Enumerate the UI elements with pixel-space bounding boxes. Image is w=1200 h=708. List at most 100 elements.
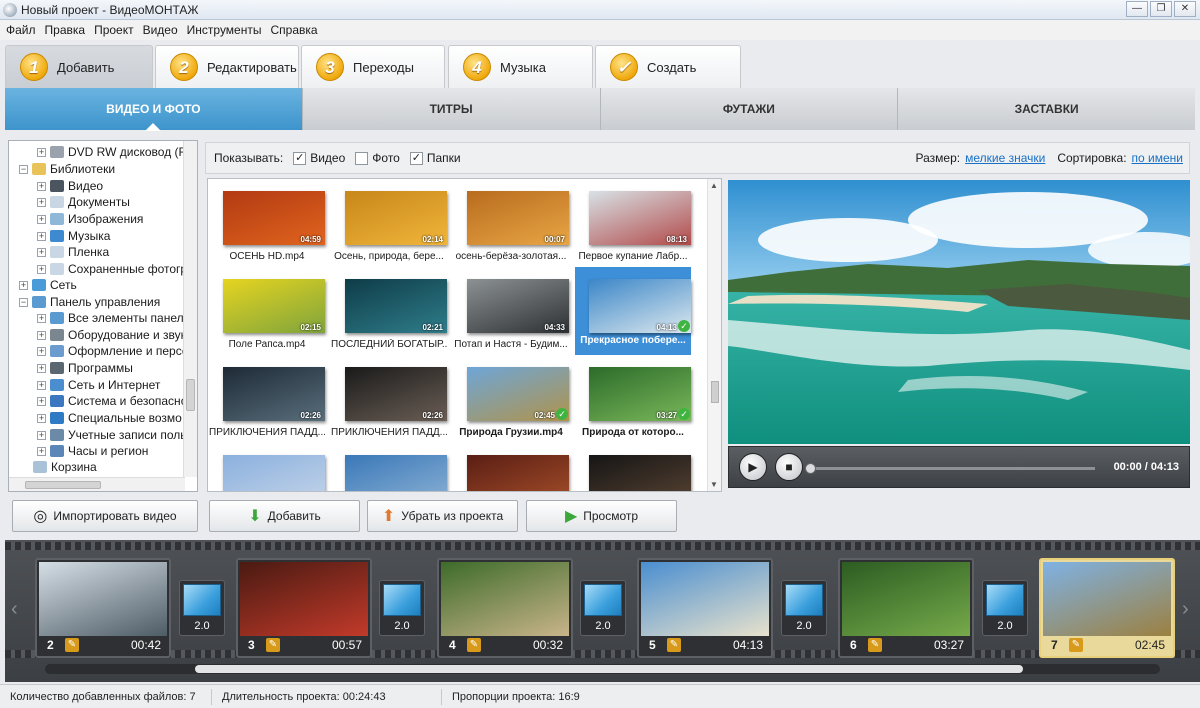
play-button[interactable]: ▶ xyxy=(739,453,767,481)
file-thumbnail[interactable]: 04:13 ✓ Прекрасное побере... xyxy=(575,267,691,355)
step-edit[interactable]: 2 Редактировать xyxy=(155,45,299,88)
expand-icon[interactable]: + xyxy=(37,313,46,323)
tab-titles[interactable]: ТИТРЫ xyxy=(303,88,601,130)
file-thumbnail[interactable]: 03:27 ✓ Природа от которо... xyxy=(575,355,691,438)
menu-file[interactable]: Файл xyxy=(6,23,36,37)
scroll-down-icon[interactable]: ▼ xyxy=(710,480,718,489)
tree-item-all-panels[interactable]: + Все элементы панелі xyxy=(37,310,186,326)
file-thumbnail[interactable]: 02:21 ПОСЛЕДНИЙ БОГАТЫР... xyxy=(331,267,447,350)
scrollbar-thumb[interactable] xyxy=(186,379,195,411)
pencil-icon[interactable]: ✎ xyxy=(667,638,681,652)
tree-item-dvd[interactable]: + DVD RW дисковод (F xyxy=(37,144,186,160)
file-thumbnail[interactable]: 04:33 Потап и Настя - Будим... xyxy=(453,267,569,350)
file-thumbnail[interactable] xyxy=(453,443,569,491)
tab-intros[interactable]: ЗАСТАВКИ xyxy=(898,88,1195,130)
pencil-icon[interactable]: ✎ xyxy=(868,638,882,652)
file-thumbnail[interactable] xyxy=(209,443,325,491)
pencil-icon[interactable]: ✎ xyxy=(65,638,79,652)
tree-vertical-scrollbar[interactable] xyxy=(183,141,197,477)
grid-scrollbar[interactable]: ▲ ▼ xyxy=(707,179,721,491)
collapse-icon[interactable]: − xyxy=(19,164,28,174)
pencil-icon[interactable]: ✎ xyxy=(1069,638,1083,652)
photo-checkbox[interactable] xyxy=(355,151,369,165)
file-thumbnail[interactable]: 04:59 ОСЕНЬ HD.mp4 xyxy=(209,179,325,262)
menu-video[interactable]: Видео xyxy=(143,23,178,37)
scroll-up-icon[interactable]: ▲ xyxy=(710,181,718,190)
expand-icon[interactable]: + xyxy=(37,214,46,224)
tree-item-internet[interactable]: + Сеть и Интернет xyxy=(37,377,160,393)
tree-item-accounts[interactable]: + Учетные записи поль xyxy=(37,427,186,443)
folders-checkbox[interactable]: ✓ xyxy=(409,151,423,165)
minimize-button[interactable]: — xyxy=(1126,1,1148,17)
tree-item-video[interactable]: + Видео xyxy=(37,178,103,194)
menu-edit[interactable]: Правка xyxy=(45,23,86,37)
remove-from-project-button[interactable]: ⬆ Убрать из проекта xyxy=(367,500,518,532)
collapse-icon[interactable]: − xyxy=(19,297,28,307)
timeline-clip[interactable]: 3 ✎ 00:57 xyxy=(236,558,372,658)
tree-item-libraries[interactable]: − Библиотеки xyxy=(19,161,115,177)
expand-icon[interactable]: + xyxy=(37,346,46,356)
menu-tools[interactable]: Инструменты xyxy=(187,23,262,37)
expand-icon[interactable]: + xyxy=(37,396,46,406)
file-thumbnail[interactable]: 02:14 Осень, природа, бере... xyxy=(331,179,447,262)
expand-icon[interactable]: + xyxy=(37,181,46,191)
expand-icon[interactable]: + xyxy=(37,446,46,456)
timeline-clip[interactable]: 5 ✎ 04:13 xyxy=(637,558,773,658)
tree-item-recycle-bin[interactable]: Корзина xyxy=(33,459,97,475)
tree-item-network[interactable]: + Сеть xyxy=(19,277,77,293)
tree-item-clock[interactable]: + Часы и регион xyxy=(37,443,148,459)
transition-block[interactable]: 2.0 xyxy=(379,580,425,636)
expand-icon[interactable]: + xyxy=(37,247,46,257)
transition-block[interactable]: 2.0 xyxy=(580,580,626,636)
tree-item-programs[interactable]: + Программы xyxy=(37,360,133,376)
pencil-icon[interactable]: ✎ xyxy=(467,638,481,652)
expand-icon[interactable]: + xyxy=(37,380,46,390)
expand-icon[interactable]: + xyxy=(37,231,46,241)
step-music[interactable]: 4 Музыка xyxy=(448,45,593,88)
expand-icon[interactable]: + xyxy=(37,330,46,340)
step-create[interactable]: ✓ Создать xyxy=(595,45,741,88)
chevron-right-icon[interactable]: › xyxy=(1182,598,1189,621)
step-add[interactable]: 1 Добавить xyxy=(5,45,153,88)
seek-handle[interactable] xyxy=(805,463,816,474)
timeline-clip[interactable]: 6 ✎ 03:27 xyxy=(838,558,974,658)
tree-item-film[interactable]: + Пленка xyxy=(37,244,109,260)
expand-icon[interactable]: + xyxy=(37,264,46,274)
expand-icon[interactable]: + xyxy=(37,430,46,440)
transition-block[interactable]: 2.0 xyxy=(781,580,827,636)
maximize-button[interactable]: ❐ xyxy=(1150,1,1172,17)
video-checkbox[interactable]: ✓ xyxy=(293,151,307,165)
tree-horizontal-scrollbar[interactable] xyxy=(9,477,185,491)
timeline-clip[interactable]: 7 ✎ 02:45 xyxy=(1039,558,1175,658)
file-thumbnail[interactable]: 08:13 Первое купание Лабр... xyxy=(575,179,691,262)
transition-block[interactable]: 2.0 xyxy=(982,580,1028,636)
import-video-button[interactable]: ◎ Импортировать видео xyxy=(12,500,198,532)
tab-video-photo[interactable]: ВИДЕО И ФОТО xyxy=(5,88,303,131)
preview-button[interactable]: ▶ Просмотр xyxy=(526,500,677,532)
tree-item-music[interactable]: + Музыка xyxy=(37,228,110,244)
tree-item-accessibility[interactable]: + Специальные возмо xyxy=(37,410,182,426)
sort-link[interactable]: по имени xyxy=(1132,151,1183,165)
tree-item-images[interactable]: + Изображения xyxy=(37,211,143,227)
size-link[interactable]: мелкие значки xyxy=(965,151,1045,165)
expand-icon[interactable]: + xyxy=(37,197,46,207)
file-thumbnail[interactable]: 02:15 Поле Рапса.mp4 xyxy=(209,267,325,350)
timeline-clip[interactable]: 4 ✎ 00:32 xyxy=(437,558,573,658)
timeline-scrollbar[interactable] xyxy=(45,664,1160,674)
tab-footage[interactable]: ФУТАЖИ xyxy=(601,88,899,130)
expand-icon[interactable]: + xyxy=(37,413,46,423)
add-button[interactable]: ⬇ Добавить xyxy=(209,500,360,532)
tree-item-security[interactable]: + Система и безопасно xyxy=(37,393,187,409)
scrollbar-thumb[interactable] xyxy=(25,481,101,489)
file-thumbnail[interactable] xyxy=(575,443,691,491)
expand-icon[interactable]: + xyxy=(19,280,28,290)
transition-block[interactable]: 2.0 xyxy=(179,580,225,636)
tree-item-documents[interactable]: + Документы xyxy=(37,194,130,210)
expand-icon[interactable]: + xyxy=(37,147,46,157)
stop-button[interactable]: ■ xyxy=(775,453,803,481)
tree-item-control-panel[interactable]: − Панель управления xyxy=(19,294,160,310)
close-button[interactable]: ✕ xyxy=(1174,1,1196,17)
scrollbar-thumb[interactable] xyxy=(711,381,719,403)
step-transitions[interactable]: 3 Переходы xyxy=(301,45,445,88)
tree-item-saved-photos[interactable]: + Сохраненные фотогр xyxy=(37,261,187,277)
